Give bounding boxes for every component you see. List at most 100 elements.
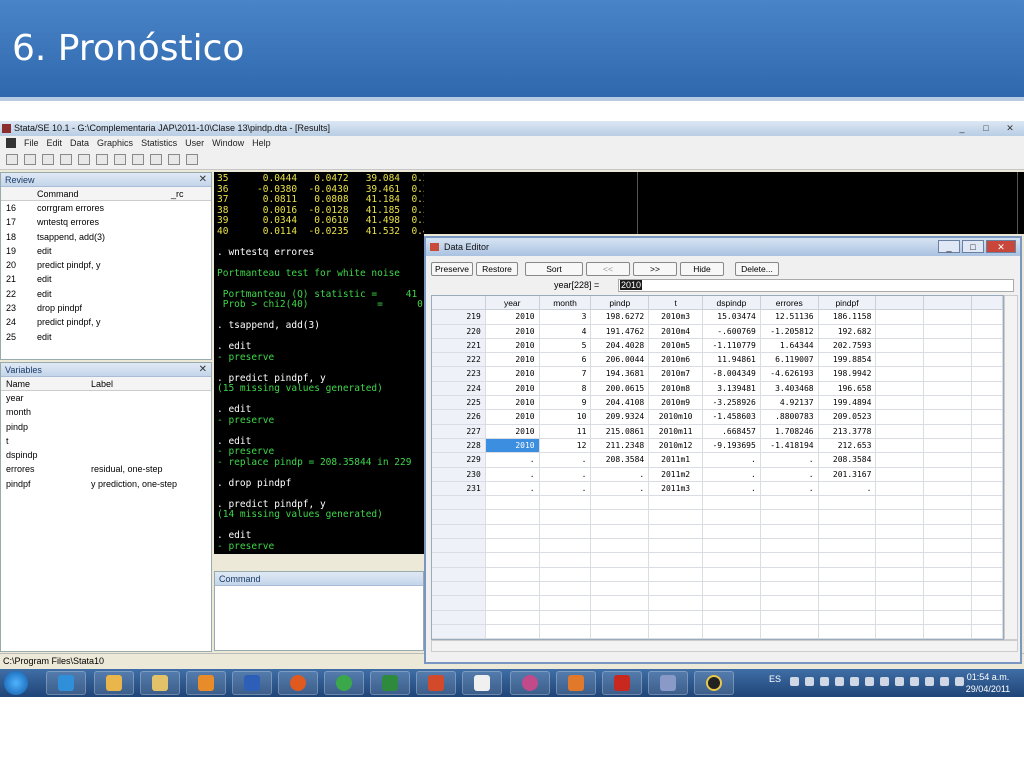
chrome-icon[interactable] — [324, 671, 364, 695]
cell-dspindp[interactable]: 3.139481 — [703, 381, 761, 397]
review-row[interactable]: 25 edit — [1, 330, 211, 344]
row-number[interactable]: 220 — [432, 324, 486, 339]
row-number[interactable]: 225 — [432, 396, 486, 411]
cell-pindpf[interactable]: 196.658 — [818, 381, 877, 397]
hide-button[interactable]: Hide — [680, 262, 724, 276]
empty-cell[interactable] — [876, 481, 925, 497]
menu-user[interactable]: User — [185, 136, 204, 150]
empty-cell[interactable] — [876, 310, 925, 325]
empty-cell[interactable] — [876, 381, 925, 397]
cell-t[interactable]: 2010m7 — [649, 367, 704, 382]
cell-year[interactable]: 2010 — [485, 381, 540, 397]
cell-pindpf[interactable]: 212.653 — [818, 438, 877, 454]
variable-row[interactable]: year — [1, 391, 211, 405]
empty-cell[interactable] — [924, 424, 973, 439]
cell-pindpf[interactable]: 198.9942 — [818, 367, 877, 382]
tray-icon[interactable] — [805, 677, 814, 686]
cell-pindp[interactable]: 194.3681 — [591, 367, 650, 382]
empty-cell[interactable] — [972, 353, 1003, 368]
cell-t[interactable]: 2010m6 — [649, 353, 704, 368]
cell-errores[interactable]: 1.64344 — [760, 338, 819, 354]
cell-t[interactable]: 2010m11 — [649, 424, 704, 439]
row-number[interactable]: 228 — [432, 438, 486, 454]
row-number[interactable]: 226 — [432, 410, 486, 425]
cell-month[interactable]: 11 — [539, 424, 592, 439]
empty-cell[interactable] — [972, 367, 1003, 382]
command-panel[interactable]: Command — [214, 571, 424, 651]
cell-errores[interactable]: 12.51136 — [760, 310, 819, 325]
review-row[interactable]: 23 drop pindpf — [1, 301, 211, 315]
tray-icon[interactable] — [850, 677, 859, 686]
language-indicator[interactable]: ES — [769, 674, 781, 684]
cell-pindp[interactable]: 191.4762 — [591, 324, 650, 339]
break-icon[interactable] — [186, 154, 198, 165]
stata-menu-icon[interactable] — [6, 138, 16, 148]
cell-month[interactable]: . — [539, 467, 592, 482]
variables-col-label[interactable]: Label — [91, 377, 211, 390]
cell-dspindp[interactable]: 15.03474 — [703, 310, 761, 325]
cell-dspindp[interactable]: .668457 — [703, 424, 761, 439]
review-col-command[interactable]: Command — [31, 187, 171, 200]
cell-value-input[interactable]: 2010 — [618, 279, 1014, 292]
cell-pindp[interactable]: 204.4108 — [591, 396, 650, 411]
grid-col-t[interactable]: t — [649, 296, 704, 311]
review-col-rc[interactable]: _rc — [171, 187, 184, 200]
cell-t[interactable]: 2010m10 — [649, 410, 704, 425]
cell-dspindp[interactable]: -3.258926 — [703, 396, 761, 411]
cell-pindp[interactable]: 215.0861 — [591, 424, 650, 439]
grid-col-year[interactable]: year — [485, 296, 540, 311]
empty-cell[interactable] — [876, 438, 925, 454]
cell-dspindp[interactable]: 11.94861 — [703, 353, 761, 368]
excel-icon[interactable] — [370, 671, 410, 695]
tray-icon[interactable] — [895, 677, 904, 686]
review-row[interactable]: 21 edit — [1, 272, 211, 286]
variable-row[interactable]: month — [1, 405, 211, 419]
cell-pindpf[interactable]: 201.3167 — [818, 467, 877, 482]
tray-icon[interactable] — [925, 677, 934, 686]
empty-cell[interactable] — [876, 324, 925, 339]
tray-icon[interactable] — [865, 677, 874, 686]
tray-icon[interactable] — [910, 677, 919, 686]
matlab-icon[interactable] — [556, 671, 596, 695]
sort-button[interactable]: Sort — [525, 262, 583, 276]
cell-errores[interactable]: -4.626193 — [760, 367, 819, 382]
row-number[interactable]: 222 — [432, 353, 486, 368]
cell-pindpf[interactable]: 209.0523 — [818, 410, 877, 425]
cell-year[interactable]: 2010 — [485, 367, 540, 382]
empty-cell[interactable] — [972, 381, 1003, 397]
cell-year[interactable]: . — [485, 453, 540, 468]
cell-month[interactable]: 8 — [539, 381, 592, 397]
variable-row[interactable]: t — [1, 434, 211, 448]
empty-cell[interactable] — [876, 424, 925, 439]
cell-errores[interactable]: .8800783 — [760, 410, 819, 425]
delete-button[interactable]: Delete... — [735, 262, 779, 276]
word-icon[interactable] — [232, 671, 272, 695]
cell-t[interactable]: 2010m12 — [649, 438, 704, 454]
cell-year[interactable]: 2010 — [485, 310, 540, 325]
grid-col-errores[interactable]: errores — [760, 296, 819, 311]
menu-file[interactable]: File — [24, 136, 39, 150]
more-icon[interactable] — [168, 154, 180, 165]
network-icon[interactable] — [940, 677, 949, 686]
row-number[interactable]: 224 — [432, 381, 486, 397]
cell-dspindp[interactable]: . — [703, 467, 761, 482]
cell-dspindp[interactable]: -1.458603 — [703, 410, 761, 425]
row-number[interactable]: 230 — [432, 467, 486, 482]
print-icon[interactable] — [42, 154, 54, 165]
grid-col-month[interactable]: month — [539, 296, 592, 311]
empty-cell[interactable] — [876, 338, 925, 354]
close-button[interactable]: ✕ — [1000, 122, 1020, 134]
outlook-icon[interactable] — [94, 671, 134, 695]
cell-t[interactable]: 2010m3 — [649, 310, 704, 325]
grid-col-pindp[interactable]: pindp — [591, 296, 650, 311]
data-editor-titlebar[interactable]: Data Editor _ □ ✕ — [426, 238, 1020, 256]
cell-t[interactable]: 2011m3 — [649, 481, 704, 497]
cell-year[interactable]: 2010 — [485, 438, 540, 454]
empty-cell[interactable] — [924, 324, 973, 339]
empty-cell[interactable] — [924, 353, 973, 368]
empty-cell[interactable] — [876, 410, 925, 425]
empty-cell[interactable] — [972, 467, 1003, 482]
cell-errores[interactable]: 6.119007 — [760, 353, 819, 368]
cell-month[interactable]: 4 — [539, 324, 592, 339]
menu-help[interactable]: Help — [252, 136, 271, 150]
